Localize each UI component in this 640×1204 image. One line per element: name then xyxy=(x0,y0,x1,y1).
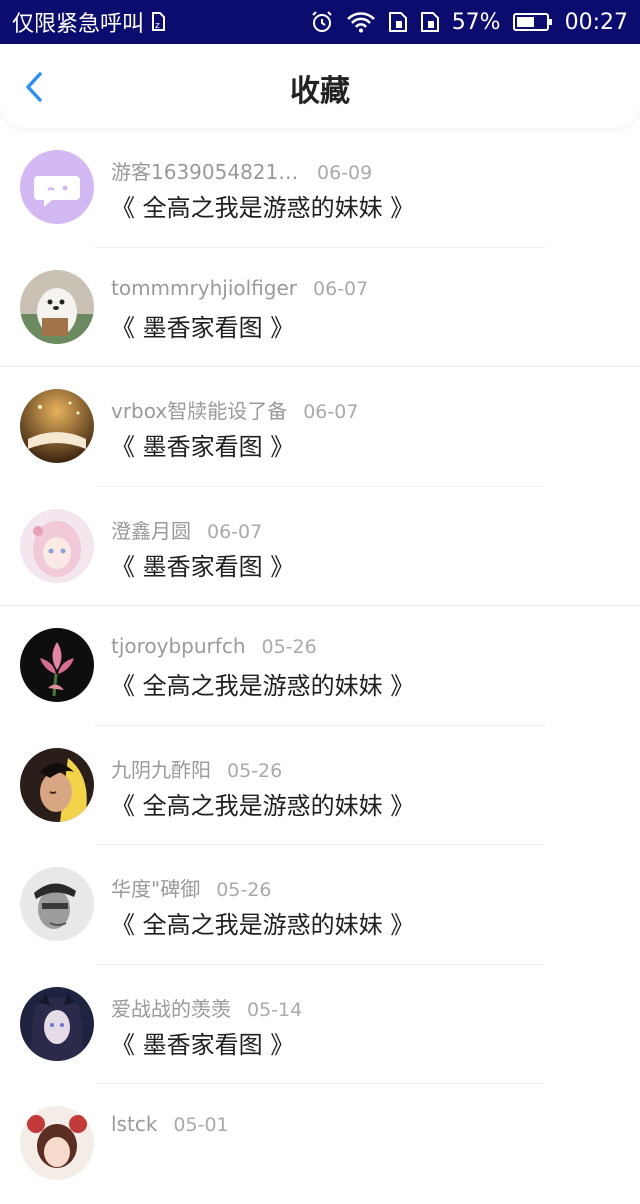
date: 05-26 xyxy=(216,879,272,901)
page-title: 收藏 xyxy=(290,74,350,109)
username: vrbox智牍能设了备 xyxy=(111,399,288,423)
username: tommmryhjiolfiger xyxy=(111,275,297,300)
carrier-text: 仅限紧急呼叫 xyxy=(12,12,145,37)
date: 05-01 xyxy=(173,1114,229,1136)
avatar xyxy=(20,389,94,463)
book-title: 《 全高之我是游惑的妹妹 》 xyxy=(111,194,415,222)
avatar xyxy=(20,269,94,344)
sim2-icon xyxy=(420,11,440,33)
avatar xyxy=(20,1106,94,1180)
avatar xyxy=(20,747,94,822)
book-title: 《 全高之我是游惑的妹妹 》 xyxy=(111,791,415,820)
svg-text:z: z xyxy=(155,21,160,31)
list-item[interactable]: tommmryhjiolfiger 06-07 《 墨香家看图 》 xyxy=(0,248,640,367)
battery-percent: 57% xyxy=(451,9,501,35)
username: 爱战战的羡羡 xyxy=(111,996,231,1021)
status-bar: 仅限紧急呼叫 z 57% 00:27 xyxy=(0,0,640,44)
book-title: 《 墨香家看图 》 xyxy=(111,433,295,461)
book-title: 《 墨香家看图 》 xyxy=(111,313,295,342)
list-item[interactable]: vrbox智牍能设了备 06-07 《 墨香家看图 》 xyxy=(0,367,640,487)
alarm-icon xyxy=(310,10,334,34)
book-title: 《 全高之我是游惑的妹妹 》 xyxy=(111,911,415,939)
username: tjoroybpurfch xyxy=(111,634,246,658)
book-title: 《 墨香家看图 》 xyxy=(111,1030,295,1059)
username: 澄鑫月圆 xyxy=(111,518,191,543)
date: 06-07 xyxy=(207,520,263,543)
book-title: 《 全高之我是游惑的妹妹 》 xyxy=(111,672,415,700)
book-title: 《 墨香家看图 》 xyxy=(111,552,295,581)
list-item[interactable]: 九阴九酢阳 05-26 《 全高之我是游惑的妹妹 》 xyxy=(0,726,640,845)
list-item[interactable]: 游客16390548212... 06-09 《 全高之我是游惑的妹妹 》 xyxy=(0,128,640,248)
list-item[interactable]: 华度"碑御 05-26 《 全高之我是游惑的妹妹 》 xyxy=(0,845,640,965)
list-item[interactable]: tjoroybpurfch 05-26 《 全高之我是游惑的妹妹 》 xyxy=(0,606,640,726)
date: 05-26 xyxy=(261,636,317,658)
avatar xyxy=(20,867,94,941)
date: 06-07 xyxy=(313,277,369,300)
date: 05-14 xyxy=(247,998,303,1021)
date: 05-26 xyxy=(227,759,283,782)
clock: 00:27 xyxy=(564,9,628,35)
username: 九阴九酢阳 xyxy=(111,757,211,782)
date: 06-07 xyxy=(303,401,359,423)
favorites-list: 游客16390548212... 06-09 《 全高之我是游惑的妹妹 》 to… xyxy=(0,128,640,1204)
list-item[interactable]: 爱战战的羡羡 05-14 《 墨香家看图 》 xyxy=(0,965,640,1084)
username: 华度"碑御 xyxy=(111,877,201,901)
list-item[interactable]: lstck 05-01 xyxy=(0,1084,640,1204)
list-item[interactable]: 澄鑫月圆 06-07 《 墨香家看图 》 xyxy=(0,487,640,606)
battery-icon xyxy=(512,12,553,32)
username: lstck xyxy=(111,1112,158,1136)
date: 06-09 xyxy=(317,162,373,184)
sim-card-icon: z xyxy=(150,12,166,32)
username: 游客16390548212... xyxy=(111,160,301,184)
avatar xyxy=(20,508,94,583)
sim1-icon xyxy=(388,11,408,33)
nav-bar: 收藏 xyxy=(0,44,640,128)
avatar xyxy=(20,986,94,1061)
avatar-default xyxy=(20,150,94,224)
wifi-icon xyxy=(346,11,376,33)
avatar xyxy=(20,628,94,702)
